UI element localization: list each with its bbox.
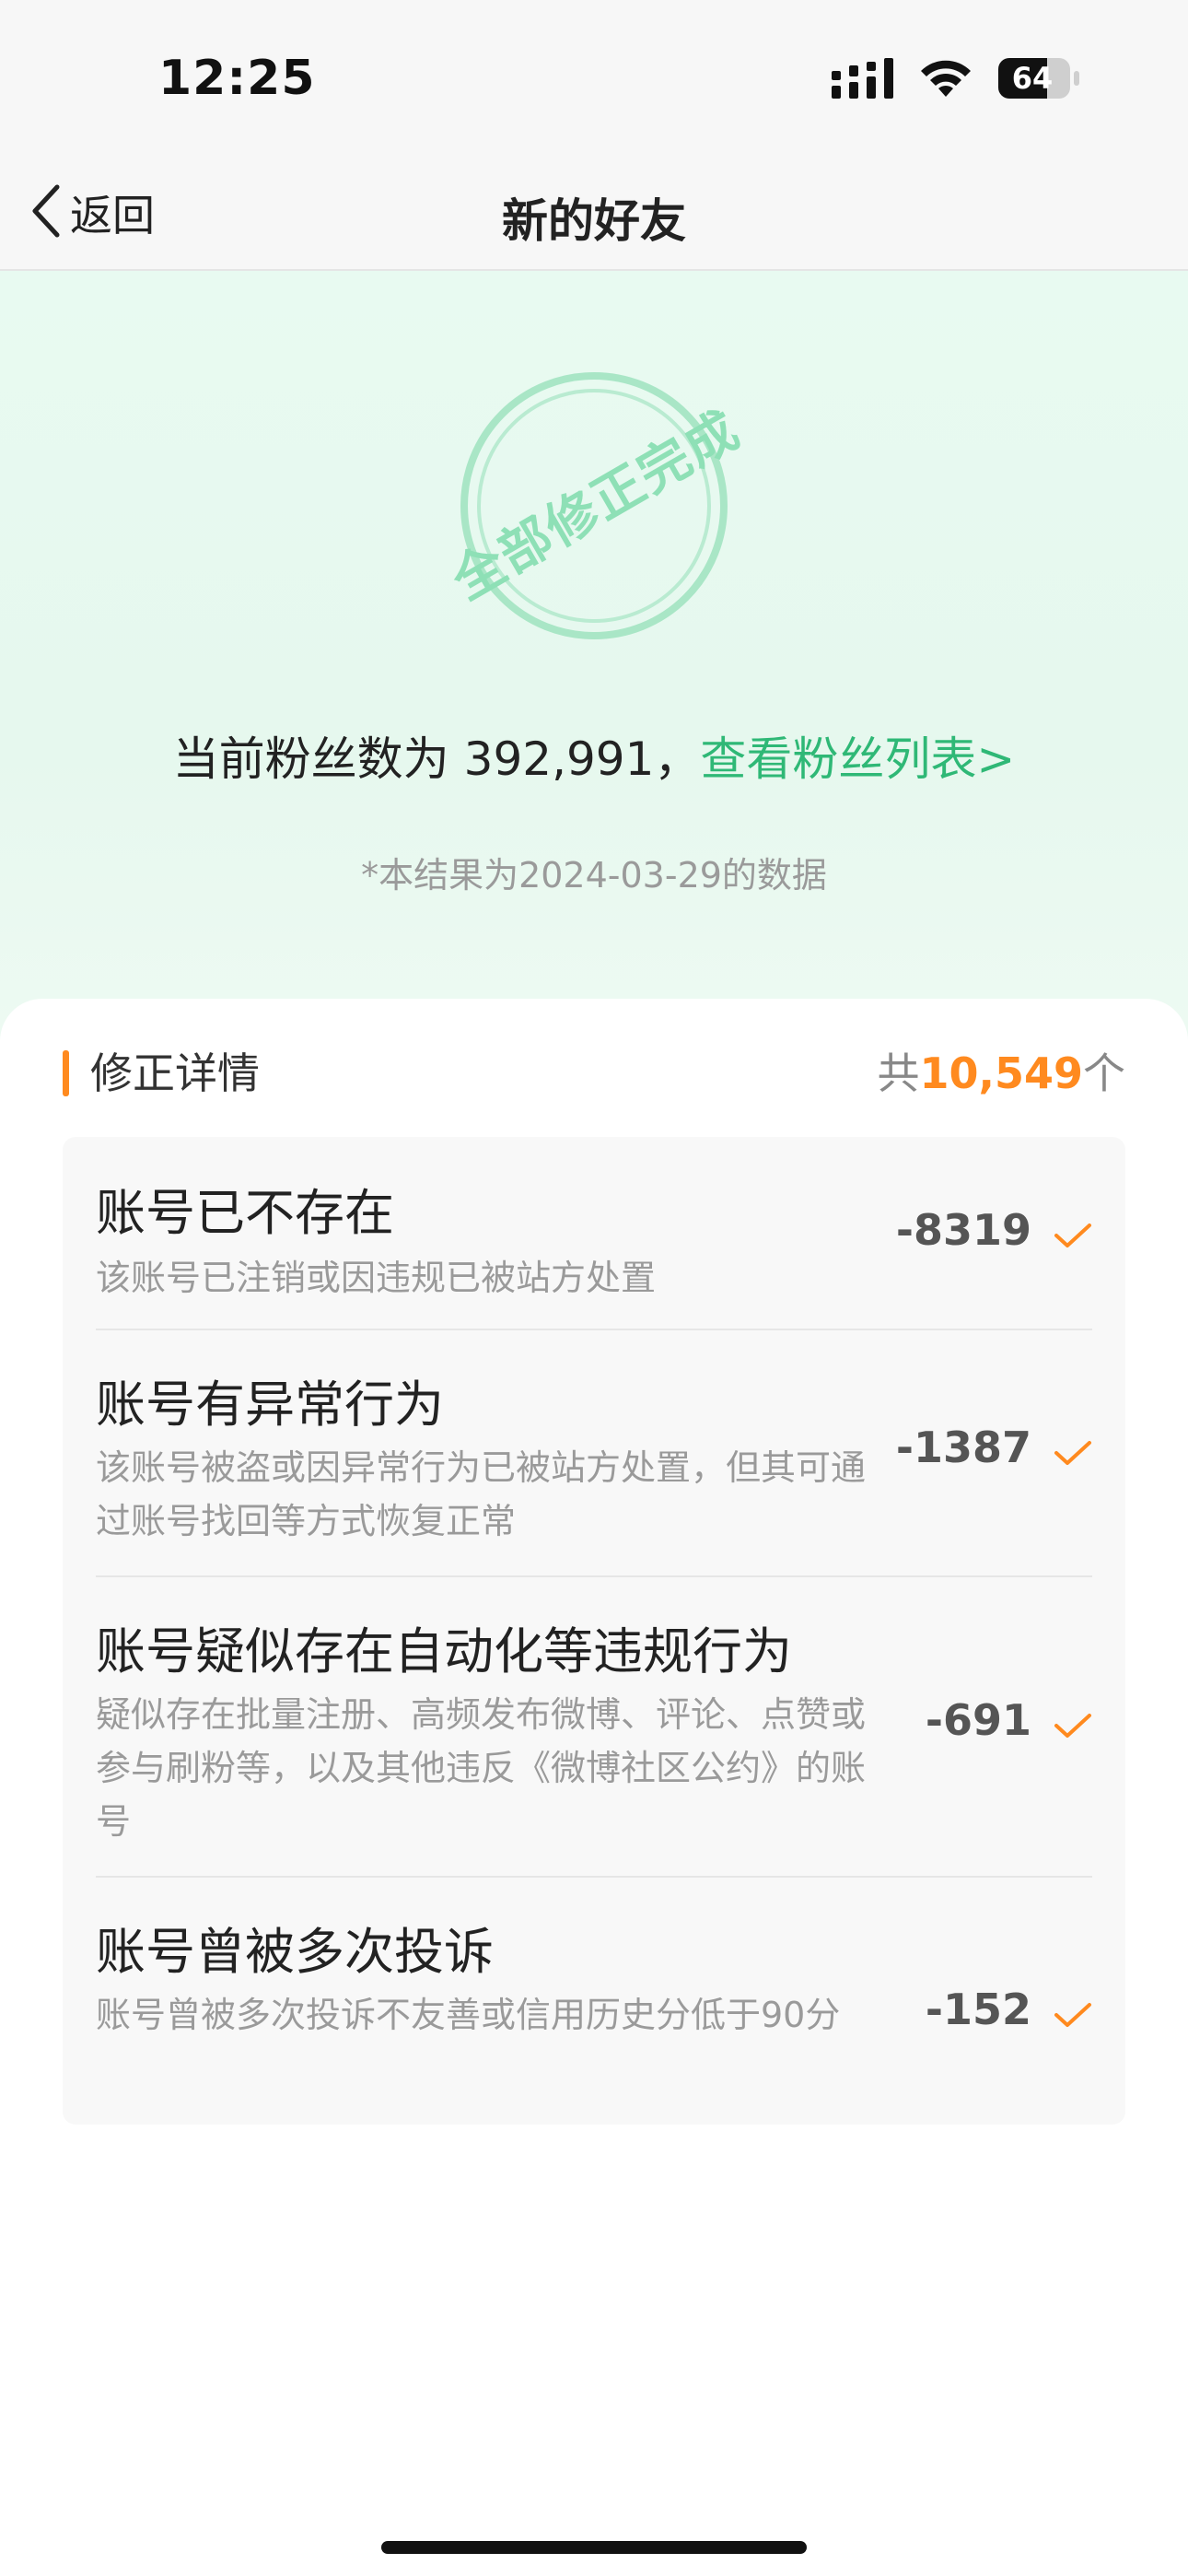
hero-section: 全部修正完成 当前粉丝数为 392,991，查看粉丝列表> *本结果为2024-0… bbox=[0, 271, 1188, 1063]
total-suffix: 个 bbox=[1083, 1048, 1125, 1098]
reason-count: -8319 bbox=[895, 1205, 1031, 1255]
reason-title: 账号疑似存在自动化等违规行为 bbox=[96, 1622, 792, 1680]
home-indicator[interactable] bbox=[381, 2541, 807, 2554]
nav-bar: 返回 新的好友 bbox=[0, 157, 1188, 271]
reason-count: -1387 bbox=[895, 1423, 1031, 1472]
list-item: 账号曾被多次投诉 账号曾被多次投诉不友善或信用历史分低于90分 -152 bbox=[96, 1878, 1092, 2125]
reason-count: -152 bbox=[925, 1985, 1031, 2034]
battery-level: 64 bbox=[1011, 61, 1054, 96]
check-icon bbox=[1054, 1224, 1091, 1247]
list-item: 账号疑似存在自动化等违规行为 疑似存在批量注册、高频发布微博、评论、点赞或参与刷… bbox=[96, 1577, 1092, 1878]
total-prefix: 共 bbox=[877, 1048, 920, 1098]
reason-desc: 该账号被盗或因异常行为已被站方处置，但其可通过账号找回等方式恢复正常 bbox=[96, 1447, 867, 1541]
view-fans-list-link[interactable]: 查看粉丝列表> bbox=[700, 732, 1015, 786]
reason-list: 账号已不存在 该账号已注销或因违规已被站方处置 -8319 账号有异常行为 该账… bbox=[63, 1137, 1125, 2125]
fans-summary: 当前粉丝数为 392,991，查看粉丝列表> bbox=[0, 722, 1188, 789]
wifi-icon bbox=[918, 58, 973, 99]
detail-total: 共10,549个 bbox=[877, 1041, 1125, 1106]
status-time: 12:25 bbox=[158, 51, 316, 106]
check-icon bbox=[1054, 1441, 1091, 1465]
check-icon bbox=[1054, 1714, 1091, 1738]
reason-count: -691 bbox=[925, 1695, 1031, 1745]
total-count: 10,549 bbox=[919, 1048, 1083, 1098]
fans-count: 392,991 bbox=[463, 732, 655, 786]
signal-icon bbox=[832, 58, 894, 99]
status-bar: 12:25 64 bbox=[0, 0, 1188, 157]
reason-title: 账号曾被多次投诉 bbox=[96, 1923, 494, 1981]
detail-header: 修正详情 共10,549个 bbox=[63, 1041, 1125, 1106]
battery-icon: 64 bbox=[997, 57, 1082, 100]
reason-title: 账号有异常行为 bbox=[96, 1376, 444, 1434]
fans-prefix: 当前粉丝数为 bbox=[172, 732, 449, 786]
reason-desc: 该账号已注销或因违规已被站方处置 bbox=[96, 1258, 657, 1298]
completion-stamp: 全部修正完成 bbox=[443, 372, 750, 639]
list-item: 账号有异常行为 该账号被盗或因异常行为已被站方处置，但其可通过账号找回等方式恢复… bbox=[96, 1330, 1092, 1577]
reason-desc: 疑似存在批量注册、高频发布微博、评论、点赞或参与刷粉等，以及其他违反《微博社区公… bbox=[96, 1694, 867, 1842]
reason-title: 账号已不存在 bbox=[96, 1184, 394, 1242]
page-title: 新的好友 bbox=[502, 194, 686, 248]
fans-separator: ， bbox=[654, 732, 701, 786]
detail-title: 修正详情 bbox=[90, 1048, 260, 1098]
detail-card: 修正详情 共10,549个 账号已不存在 该账号已注销或因违规已被站方处置 -8… bbox=[0, 999, 1188, 2576]
check-icon bbox=[1054, 2003, 1091, 2027]
data-date-note: *本结果为2024-03-29的数据 bbox=[361, 855, 827, 896]
reason-desc: 账号曾被多次投诉不友善或信用历史分低于90分 bbox=[96, 1995, 841, 2035]
list-item: 账号已不存在 该账号已注销或因违规已被站方处置 -8319 bbox=[96, 1137, 1092, 1330]
status-icons: 64 bbox=[832, 55, 1082, 101]
section-accent-bar bbox=[63, 1050, 69, 1096]
